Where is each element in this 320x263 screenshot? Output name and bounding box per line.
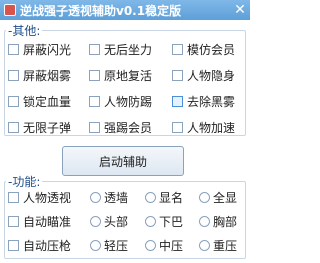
radio-label: 中压 (159, 238, 184, 253)
radio-label: 胸部 (213, 214, 238, 229)
function-group-title: -功能: (6, 173, 43, 190)
checkbox-label: 屏蔽闪光 (23, 42, 72, 57)
radio-circle[interactable] (90, 191, 101, 203)
radio-circle[interactable] (90, 215, 101, 227)
checkbox-recoil-control[interactable]: 自动压枪 (8, 237, 71, 253)
checkbox-box[interactable] (172, 69, 183, 81)
checkbox-label: 去除黑雾 (187, 94, 236, 109)
checkbox-label: 人物隐身 (187, 68, 236, 83)
radio-chest[interactable]: 胸部 (199, 213, 237, 229)
checkbox-infinite-ammo[interactable]: 无限子弹 (8, 119, 71, 135)
radio-circle[interactable] (199, 239, 210, 251)
close-button[interactable]: ✕ (232, 2, 248, 18)
radio-show-names[interactable]: 显名 (145, 189, 183, 205)
checkbox-instant-respawn[interactable]: 原地复活 (89, 67, 152, 83)
radio-medium-press[interactable]: 中压 (145, 237, 183, 253)
checkbox-remove-fog[interactable]: 去除黑雾 (172, 93, 235, 109)
checkbox-force-kick-vip[interactable]: 强踢会员 (89, 119, 152, 135)
checkbox-box[interactable] (8, 239, 19, 251)
checkbox-box[interactable] (172, 43, 183, 55)
checkbox-box[interactable] (172, 121, 183, 133)
radio-circle[interactable] (199, 191, 210, 203)
radio-label: 轻压 (104, 238, 129, 253)
checkbox-label: 模仿会员 (187, 42, 236, 57)
checkbox-lock-hp[interactable]: 锁定血量 (8, 93, 71, 109)
radio-head[interactable]: 头部 (90, 213, 128, 229)
close-icon: ✕ (234, 2, 246, 18)
radio-label: 显名 (159, 190, 184, 205)
radio-see-through-wall[interactable]: 透墙 (90, 189, 128, 205)
radio-heavy-press[interactable]: 重压 (199, 237, 237, 253)
window-title: 逆战强子透视辅助v0.1稳定版 (20, 3, 182, 18)
checkbox-label: 强踢会员 (104, 120, 153, 135)
checkbox-box[interactable] (8, 43, 19, 55)
radio-circle[interactable] (145, 215, 156, 227)
checkbox-box[interactable] (89, 69, 100, 81)
radio-show-all[interactable]: 全显 (199, 189, 237, 205)
checkbox-no-recoil[interactable]: 无后坐力 (89, 41, 152, 57)
checkbox-box[interactable] (8, 121, 19, 133)
checkbox-anti-kick[interactable]: 人物防踢 (89, 93, 152, 109)
checkbox-mute-flash[interactable]: 屏蔽闪光 (8, 41, 71, 57)
checkbox-mute-smoke[interactable]: 屏蔽烟雾 (8, 67, 71, 83)
checkbox-label: 自动瞄准 (23, 214, 72, 229)
checkbox-box[interactable] (8, 69, 19, 81)
title-bar: 逆战强子透视辅助v0.1稳定版 ✕ (0, 0, 250, 20)
checkbox-label: 屏蔽烟雾 (23, 68, 72, 83)
radio-light-press[interactable]: 轻压 (90, 237, 128, 253)
radio-circle[interactable] (145, 191, 156, 203)
radio-chin[interactable]: 下巴 (145, 213, 183, 229)
checkbox-label: 原地复活 (104, 68, 153, 83)
checkbox-label: 无后坐力 (104, 42, 153, 57)
checkbox-label: 人物加速 (187, 120, 236, 135)
checkbox-speed-up[interactable]: 人物加速 (172, 119, 235, 135)
checkbox-box[interactable] (8, 95, 19, 107)
radio-label: 头部 (104, 214, 129, 229)
checkbox-fake-vip[interactable]: 模仿会员 (172, 41, 235, 57)
checkbox-label: 锁定血量 (23, 94, 72, 109)
checkbox-box[interactable] (89, 95, 100, 107)
app-icon (4, 4, 16, 16)
checkbox-invisible[interactable]: 人物隐身 (172, 67, 235, 83)
radio-label: 下巴 (159, 214, 184, 229)
checkbox-label: 人物防踢 (104, 94, 153, 109)
checkbox-esp[interactable]: 人物透视 (8, 189, 71, 205)
radio-circle[interactable] (199, 215, 210, 227)
app-window: 逆战强子透视辅助v0.1稳定版 ✕ -其他: 屏蔽闪光 无后坐力 模仿会员 屏蔽… (0, 0, 250, 263)
radio-circle[interactable] (145, 239, 156, 251)
misc-group-title: -其他: (6, 22, 43, 39)
checkbox-box[interactable] (8, 191, 19, 203)
checkbox-label: 自动压枪 (23, 238, 72, 253)
checkbox-label: 人物透视 (23, 190, 72, 205)
start-button[interactable]: 启动辅助 (62, 146, 184, 176)
radio-label: 全显 (213, 190, 238, 205)
radio-circle[interactable] (90, 239, 101, 251)
radio-label: 透墙 (104, 190, 129, 205)
checkbox-box[interactable] (8, 215, 19, 227)
checkbox-label: 无限子弹 (23, 120, 72, 135)
checkbox-box[interactable] (172, 95, 183, 107)
checkbox-auto-aim[interactable]: 自动瞄准 (8, 213, 71, 229)
checkbox-box[interactable] (89, 121, 100, 133)
radio-label: 重压 (213, 238, 238, 253)
checkbox-box[interactable] (89, 43, 100, 55)
